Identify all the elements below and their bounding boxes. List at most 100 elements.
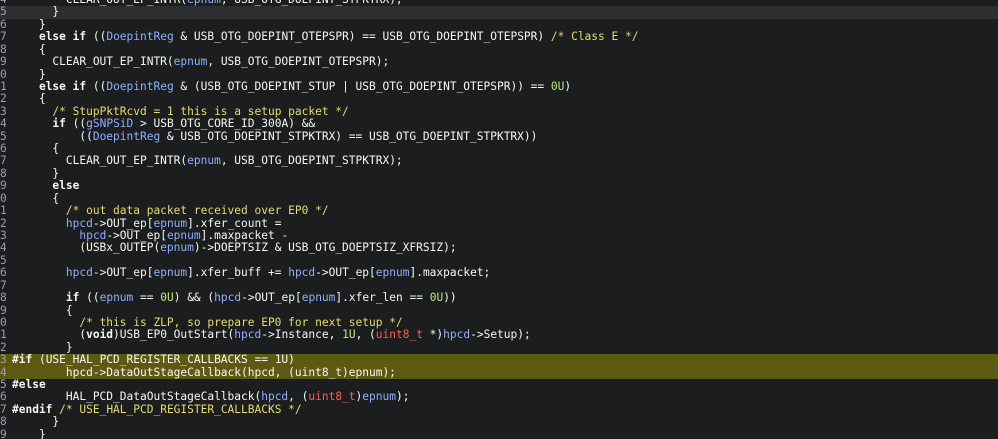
- code-token: epnum: [99, 291, 134, 305]
- code-text: if ((epnum == 0U) && (hpcd->OUT_ep[epnum…: [12, 291, 457, 305]
- code-token: gSNPSiD: [86, 117, 134, 131]
- code-token: hpcd: [65, 266, 93, 280]
- code-token: #if: [12, 353, 33, 367]
- code-token: uint8_t: [308, 390, 356, 404]
- code-token: ((: [86, 79, 107, 93]
- code-token: epnum: [153, 216, 188, 230]
- code-token: epnum: [301, 291, 336, 305]
- code-token: )): [443, 291, 457, 305]
- code-line[interactable]: 1 else if ((DoepintReg & (USB_OTG_DOEPIN…: [0, 79, 998, 93]
- code-token: hpcd: [443, 328, 471, 342]
- line-number: 1: [0, 329, 6, 342]
- code-line[interactable]: 7 #endif /* USE_HAL_PCD_REGISTER_CALLBACK…: [0, 403, 998, 416]
- code-token: , USB_OTG_DOEPINT_STPKTRX);: [221, 0, 403, 6]
- code-line[interactable]: 5 }: [0, 6, 998, 19]
- code-token: epnum: [362, 390, 396, 404]
- line-number: 4: [0, 366, 6, 379]
- line-number: 6: [0, 267, 6, 280]
- line-number: 1: [0, 80, 6, 93]
- code-line[interactable]: 7 CLEAR_OUT_EP_INTR(epnum, USB_OTG_DOEPI…: [0, 154, 998, 168]
- code-line[interactable]: 9 else: [0, 179, 998, 193]
- code-token: 0U: [429, 291, 444, 305]
- code-token: uint8_t: [375, 328, 423, 342]
- code-token: epnum: [173, 55, 208, 69]
- code-editor[interactable]: 4 CLEAR_OUT_EP_INTR(epnum, USB_OTG_DOEPI…: [0, 0, 998, 439]
- code-token: ->OUT_ep[: [315, 266, 376, 280]
- code-token: epnum: [187, 0, 221, 6]
- code-token: epnum: [153, 266, 188, 280]
- code-line[interactable]: 8 }: [0, 167, 998, 180]
- code-line[interactable]: 6 hpcd->OUT_ep[epnum].xfer_buff += hpcd-…: [0, 266, 998, 280]
- code-token: {: [12, 303, 73, 317]
- code-text: ((DoepintReg & USB_OTG_DOEPINT_STPKTRX) …: [12, 130, 537, 143]
- code-text: else if ((DoepintReg & (USB_OTG_DOEPINT_…: [12, 79, 572, 93]
- line-number: 7: [0, 279, 6, 292]
- line-number: 6: [0, 391, 6, 404]
- code-line[interactable]: 9 CLEAR_OUT_EP_INTR(epnum, USB_OTG_DOEPI…: [0, 55, 998, 69]
- code-token: );: [395, 390, 410, 404]
- code-token: *): [422, 328, 444, 342]
- code-line[interactable]: 4 hpcd->DataOutStageCallback(hpcd, (uint…: [0, 366, 998, 379]
- code-token: else if: [38, 30, 87, 44]
- code-token: /* out data packet received over EP0 */: [65, 204, 329, 218]
- line-number: 7: [0, 403, 6, 416]
- code-token: ->Setup);: [470, 328, 531, 342]
- code-token: {: [12, 142, 60, 156]
- line-number: 0: [0, 192, 6, 205]
- line-number: 2: [0, 93, 6, 106]
- code-line[interactable]: 8 }: [0, 415, 998, 429]
- line-number: 8: [0, 292, 6, 305]
- line-number: 1: [0, 205, 6, 218]
- code-token: ].maxpacket -: [200, 228, 289, 242]
- line-number: 4: [0, 242, 6, 255]
- code-line[interactable]: 8 if ((epnum == 0U) && (hpcd->OUT_ep[epn…: [0, 291, 998, 305]
- code-token: , (: [355, 328, 376, 342]
- code-token: ((: [79, 291, 100, 305]
- code-token: CLEAR_OUT_EP_INTR(: [12, 154, 188, 168]
- line-number: 6: [0, 143, 6, 156]
- code-token: DoepintReg: [106, 30, 174, 44]
- line-number: 5: [0, 130, 6, 143]
- code-token: )USB_EP0_OutStart(: [113, 328, 235, 342]
- code-token: 0U: [160, 291, 174, 305]
- line-number: 5: [0, 379, 6, 392]
- line-number: 3: [0, 105, 6, 118]
- code-token: )->DOEPTSIZ & USB_OTG_DOEPTSIZ_XFRSIZ);: [193, 241, 457, 255]
- code-token: #else: [12, 378, 46, 392]
- line-number: 4: [0, 118, 6, 131]
- code-token: , USB_OTG_DOEPINT_STPKTRX);: [220, 154, 403, 168]
- line-number: 2: [0, 341, 6, 354]
- code-token: ].xfer_len ==: [335, 291, 430, 305]
- code-line[interactable]: 4 (USBx_OUTEP(epnum)->DOEPTSIZ & USB_OTG…: [0, 241, 998, 255]
- code-token: ): [564, 79, 572, 93]
- line-number: 9: [0, 180, 6, 193]
- code-token: /* this is ZLP, so prepare EP0 for next …: [79, 315, 403, 329]
- code-line[interactable]: 9 }: [0, 428, 998, 439]
- code-token: else: [52, 179, 80, 193]
- code-token: }: [12, 67, 46, 81]
- code-token: ->OUT_ep[: [241, 291, 302, 305]
- line-number: 5: [0, 6, 6, 19]
- code-token: epnum: [160, 241, 194, 255]
- code-token: }: [12, 415, 60, 429]
- line-number: 7: [0, 31, 6, 44]
- code-token: hpcd: [214, 291, 242, 305]
- code-text: else if ((DoepintReg & USB_OTG_DOEPINT_O…: [12, 31, 638, 43]
- code-line[interactable]: 7 else if ((DoepintReg & USB_OTG_DOEPINT…: [0, 31, 998, 44]
- code-token: if: [52, 117, 66, 131]
- code-token: ((: [86, 30, 107, 44]
- code-line[interactable]: 1 (void)USB_EP0_OutStart(hpcd->Instance,…: [0, 328, 998, 342]
- code-line[interactable]: 5 ((DoepintReg & USB_OTG_DOEPINT_STPKTRX…: [0, 130, 998, 143]
- code-token: {: [12, 191, 60, 205]
- code-token: > USB_OTG_CORE_ID_300A) &&: [133, 117, 316, 131]
- line-number: 8: [0, 43, 6, 56]
- code-token: & (USB_OTG_DOEPINT_STUP | USB_OTG_DOEPIN…: [173, 79, 551, 93]
- line-number: 3: [0, 229, 6, 242]
